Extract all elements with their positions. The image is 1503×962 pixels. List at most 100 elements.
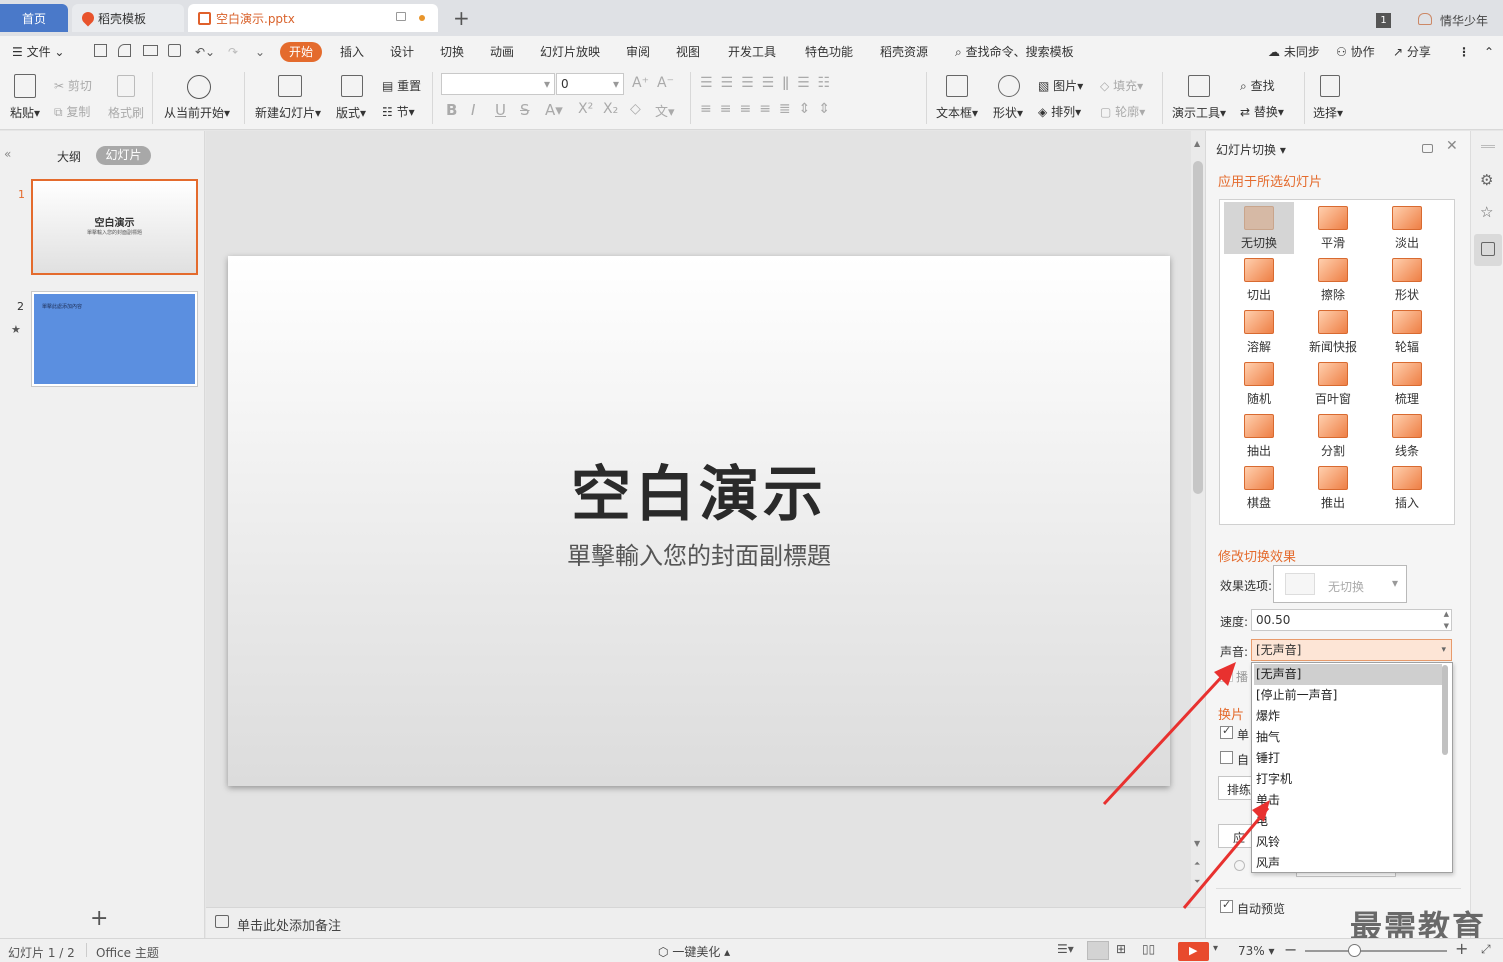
- zoom-slider-track[interactable]: [1305, 950, 1447, 952]
- italic-icon[interactable]: I: [471, 101, 475, 119]
- user-avatar-icon[interactable]: [1418, 13, 1432, 25]
- tab-docer-template[interactable]: 稻壳模板: [72, 4, 184, 32]
- underline-icon[interactable]: U: [495, 101, 506, 119]
- transition-cover[interactable]: 插入: [1372, 462, 1442, 514]
- clear-format-icon[interactable]: ◇: [630, 101, 641, 117]
- share-file-icon[interactable]: [118, 44, 131, 57]
- sound-option[interactable]: [停止前一声音]: [1254, 685, 1442, 706]
- cut-button[interactable]: ✂ 剪切: [54, 77, 92, 94]
- tab-home[interactable]: 首页: [0, 4, 68, 32]
- zoom-out-icon[interactable]: −: [1284, 940, 1297, 959]
- menu-start[interactable]: 开始: [280, 42, 323, 62]
- slides-tab[interactable]: 幻灯片: [96, 146, 151, 165]
- transition-shape[interactable]: 形状: [1372, 254, 1442, 306]
- transition-checkerboard[interactable]: 棋盘: [1224, 462, 1294, 514]
- new-tab-plus-icon[interactable]: +: [453, 6, 470, 30]
- slide-2-thumbnail[interactable]: 單擊此處添加內容: [31, 291, 198, 387]
- transition-wheel[interactable]: 轮辐: [1372, 306, 1442, 358]
- section-button[interactable]: ☷ 节▾: [382, 103, 415, 120]
- bold-icon[interactable]: B: [446, 101, 457, 119]
- user-name[interactable]: 情华少年: [1440, 12, 1488, 29]
- new-slide-button[interactable]: 新建幻灯片▾: [255, 104, 321, 121]
- format-painter-button[interactable]: 格式刷: [108, 104, 144, 121]
- reset-button[interactable]: ▤ 重置: [382, 77, 421, 94]
- notes-pane[interactable]: 单击此处添加备注: [206, 907, 1205, 938]
- monitor-icon[interactable]: [396, 12, 406, 21]
- notes-toggle-icon[interactable]: ☰▾: [1057, 942, 1074, 956]
- decrease-font-icon[interactable]: A⁻: [657, 75, 674, 91]
- collab-button[interactable]: ⚇ 协作: [1336, 42, 1375, 62]
- sound-option[interactable]: 爆炸: [1254, 706, 1442, 727]
- layout-icon[interactable]: [341, 75, 363, 97]
- print-icon[interactable]: [143, 45, 158, 56]
- strikethrough-icon[interactable]: S: [520, 101, 530, 119]
- textbox-button[interactable]: 文本框▾: [936, 104, 978, 121]
- font-size-select[interactable]: 0 ▾: [556, 73, 624, 95]
- add-slide-plus-icon[interactable]: +: [90, 906, 108, 931]
- sorter-view-icon[interactable]: ⊞: [1116, 942, 1126, 956]
- undo-icon[interactable]: ↶⌄: [195, 42, 215, 62]
- increase-font-icon[interactable]: A⁺: [632, 75, 649, 91]
- dropdown-scrollbar[interactable]: [1442, 665, 1448, 755]
- transition-dissolve[interactable]: 溶解: [1224, 306, 1294, 358]
- paragraph-tools-row2[interactable]: ≡≡≡≡≣⇕⇕: [700, 101, 838, 117]
- sound-option[interactable]: 电: [1254, 811, 1442, 832]
- textbox-icon[interactable]: [946, 75, 968, 97]
- arrange-button[interactable]: ◈ 排列▾: [1038, 103, 1081, 120]
- command-search[interactable]: ⌕ 查找命令、搜索模板: [955, 42, 1074, 62]
- from-current-button[interactable]: 从当前开始▾: [164, 104, 230, 121]
- quick-access-dropdown-icon[interactable]: ⌄: [255, 42, 265, 62]
- phonetic-guide-icon[interactable]: 文▾: [655, 101, 675, 120]
- more-icon[interactable]: ⋮: [1458, 42, 1470, 62]
- close-icon[interactable]: ✕: [1446, 138, 1458, 154]
- slide-subtitle[interactable]: 單擊輸入您的封面副標題: [228, 536, 1170, 571]
- speed-input[interactable]: 00.50 ▲ ▼: [1251, 609, 1452, 631]
- collapse-panel-icon[interactable]: «: [4, 147, 11, 161]
- normal-view-icon[interactable]: [1087, 941, 1109, 960]
- transition-panel-toggle[interactable]: [1474, 234, 1502, 266]
- sound-option[interactable]: [无声音]: [1254, 664, 1442, 685]
- menu-developer[interactable]: 开发工具: [728, 42, 776, 62]
- transition-lines[interactable]: 线条: [1372, 410, 1442, 462]
- menu-insert[interactable]: 插入: [340, 42, 364, 62]
- tab-current-file[interactable]: 空白演示.pptx: [188, 4, 438, 32]
- transition-newsflash[interactable]: 新闻快报: [1298, 306, 1368, 358]
- beautify-button[interactable]: ⬡ 一键美化 ▴: [658, 943, 730, 960]
- play-from-current-icon[interactable]: [187, 75, 211, 99]
- properties-icon[interactable]: ⚙: [1480, 171, 1493, 189]
- menu-docer-resources[interactable]: 稻壳资源: [880, 42, 928, 62]
- spinner-icon[interactable]: ▲ ▼: [1444, 608, 1449, 632]
- window-count-badge[interactable]: 1: [1376, 13, 1391, 28]
- font-family-select[interactable]: ▾: [441, 73, 555, 95]
- play-slideshow-button[interactable]: ▶: [1178, 942, 1209, 961]
- zoom-level[interactable]: 73% ▾: [1238, 944, 1275, 958]
- shape-button[interactable]: 形状▾: [993, 104, 1023, 121]
- superscript-icon[interactable]: X²: [578, 101, 593, 117]
- reading-view-icon[interactable]: ▯▯: [1142, 942, 1155, 956]
- font-color-icon[interactable]: A▾: [545, 101, 563, 119]
- transition-cut[interactable]: 切出: [1224, 254, 1294, 306]
- slide-1-thumbnail[interactable]: 空白演示 單擊輸入您的封面副標題: [31, 179, 198, 275]
- sound-option[interactable]: 风声: [1254, 853, 1442, 874]
- sound-option[interactable]: 打字机: [1254, 769, 1442, 790]
- menu-design[interactable]: 设计: [390, 42, 414, 62]
- menu-features[interactable]: 特色功能: [805, 42, 853, 62]
- collapse-ribbon-icon[interactable]: ⌃: [1484, 42, 1494, 62]
- share-button[interactable]: ↗ 分享: [1393, 42, 1431, 62]
- animation-icon[interactable]: ☆: [1480, 203, 1493, 221]
- shape-icon[interactable]: [998, 75, 1020, 97]
- subscript-icon[interactable]: X₂: [603, 101, 618, 117]
- notes-placeholder[interactable]: 单击此处添加备注: [237, 915, 341, 934]
- menu-slideshow[interactable]: 幻灯片放映: [540, 42, 600, 62]
- scroll-up-icon[interactable]: ▲: [1194, 139, 1200, 148]
- copy-button[interactable]: ⧉ 复制: [54, 103, 90, 120]
- zoom-slider-handle[interactable]: [1348, 944, 1361, 957]
- outline-tab[interactable]: 大纲: [57, 148, 81, 165]
- transition-none[interactable]: 无切换: [1224, 202, 1294, 254]
- present-tools-button[interactable]: 演示工具▾: [1172, 104, 1226, 121]
- transition-uncover[interactable]: 抽出: [1224, 410, 1294, 462]
- paste-button[interactable]: 粘贴▾: [10, 104, 40, 121]
- sound-select[interactable]: [无声音] ▾: [1251, 639, 1452, 661]
- zoom-in-icon[interactable]: +: [1455, 939, 1468, 958]
- outline-button[interactable]: ▢ 轮廓▾: [1100, 103, 1145, 120]
